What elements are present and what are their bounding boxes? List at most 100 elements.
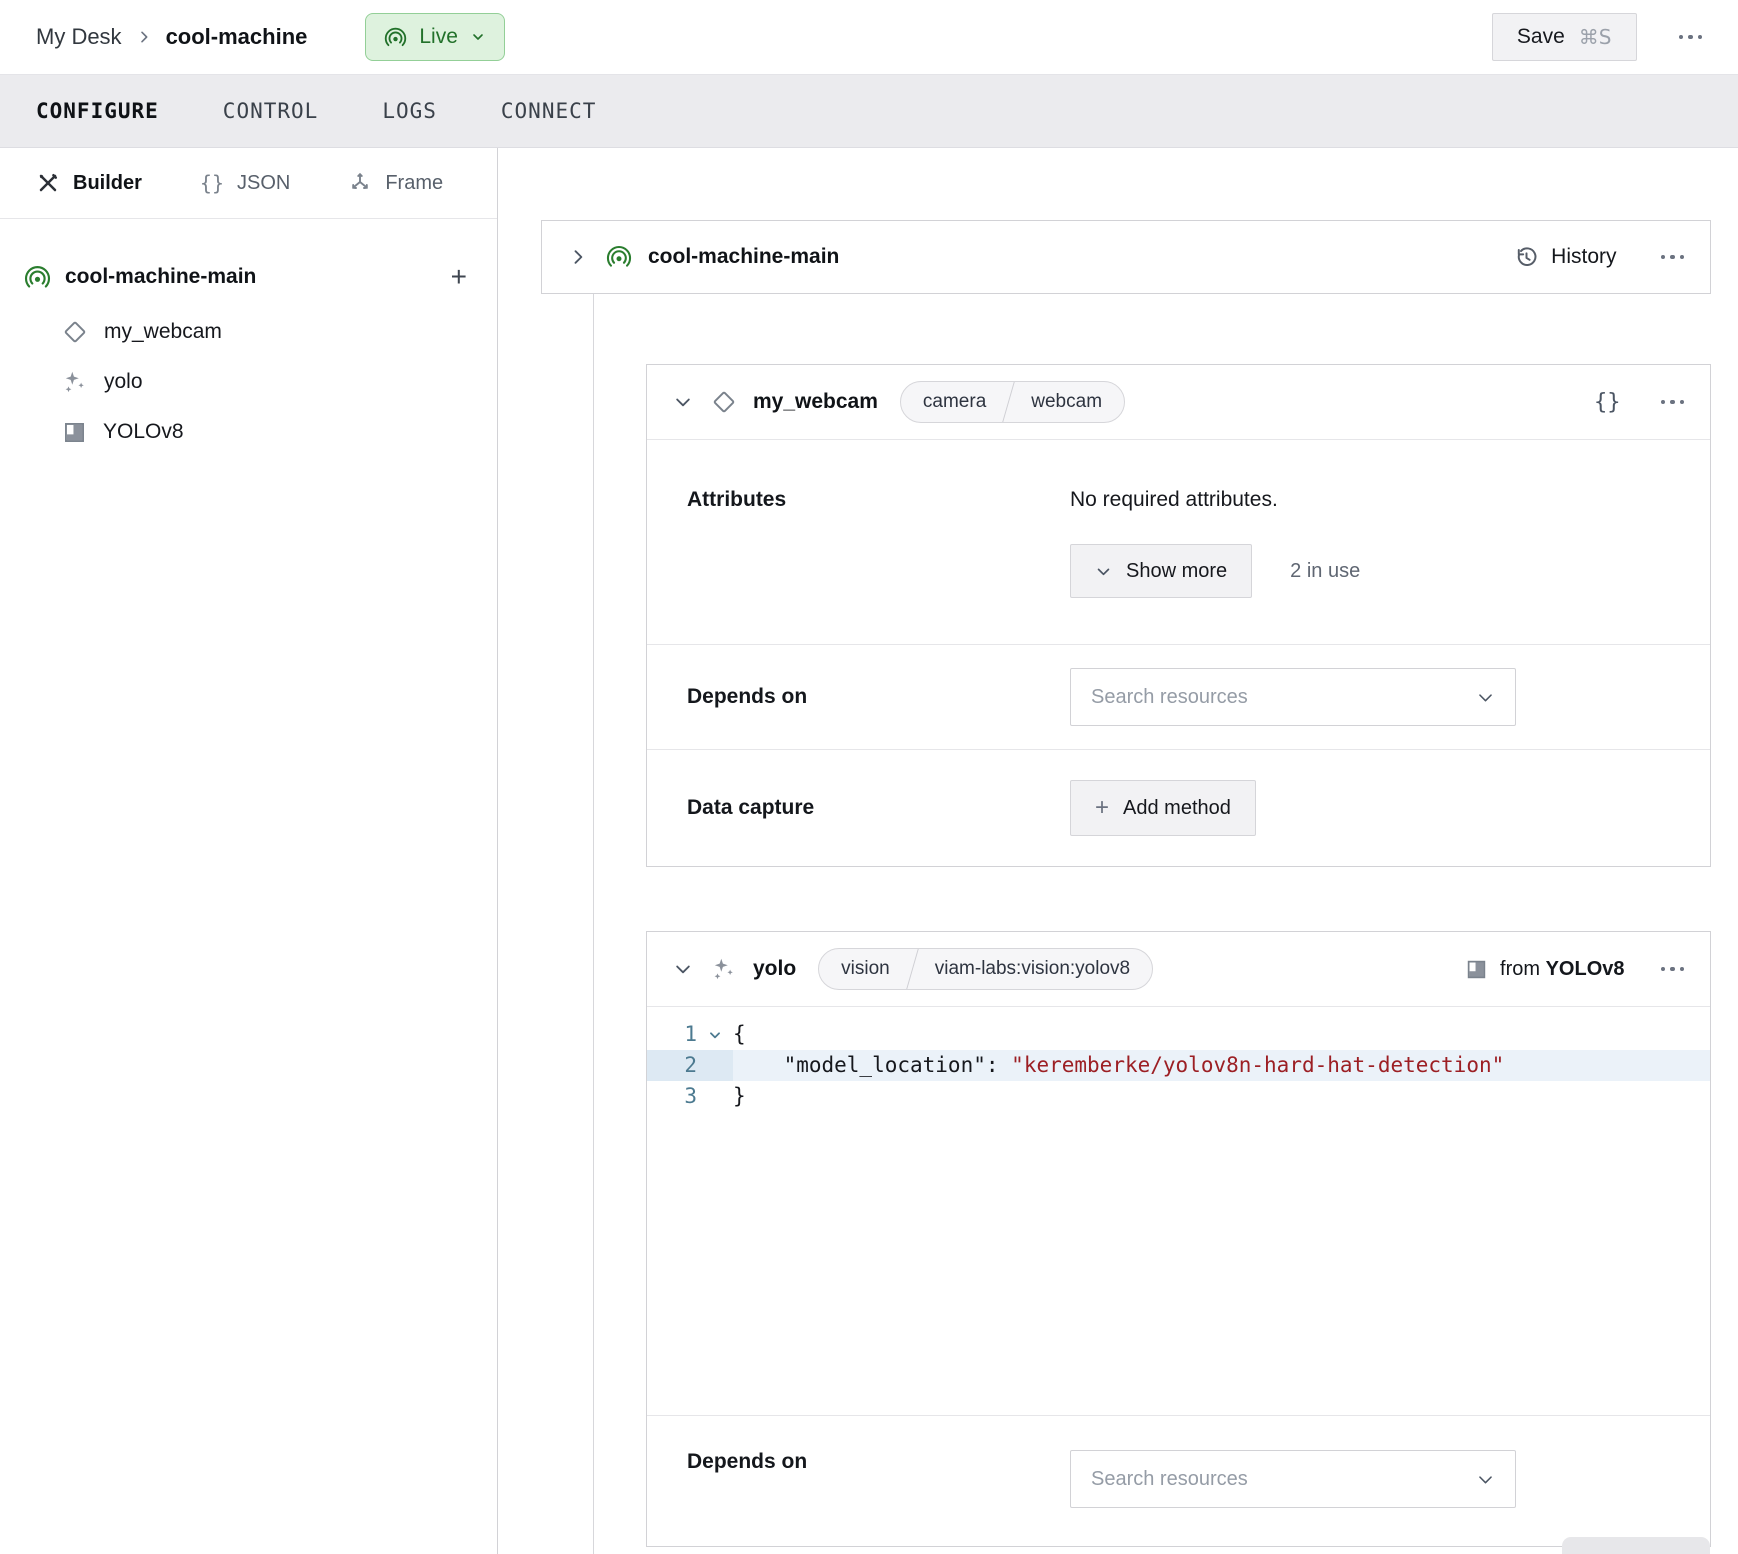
code-text: "model_location": "keremberke/yolov8n-ha… <box>733 1050 1710 1081</box>
tree-item-yolo[interactable]: yolo <box>62 357 473 407</box>
chevron-down-icon <box>1095 563 1112 580</box>
module-icon <box>62 420 87 445</box>
tools-icon <box>36 171 60 195</box>
broadcast-icon <box>384 26 407 49</box>
live-label: Live <box>419 25 458 49</box>
code-line-active: 2 "model_location": "keremberke/yolov8n-… <box>647 1050 1710 1081</box>
code-string-value: "keremberke/yolov8n-hard-hat-detection" <box>1011 1053 1504 1077</box>
code-text: } <box>733 1081 1710 1112</box>
tree-item-yolov8-module[interactable]: YOLOv8 <box>62 407 473 457</box>
my-webcam-card: my_webcam camera webcam {} Attributes <box>646 364 1711 867</box>
top-header: My Desk cool-machine Live Save ⌘S <box>0 0 1738 75</box>
from-module-name: YOLOv8 <box>1546 958 1625 980</box>
mode-builder[interactable]: Builder <box>36 171 142 195</box>
depends-on-label: Depends on <box>687 1450 1070 1508</box>
help-widget[interactable] <box>1562 1537 1710 1554</box>
save-button[interactable]: Save ⌘S <box>1492 13 1637 61</box>
diamond-icon <box>711 389 737 415</box>
part-title: cool-machine-main <box>648 245 839 269</box>
type-tag: vision <box>819 949 912 989</box>
diamond-icon <box>62 319 88 345</box>
history-icon <box>1514 245 1539 270</box>
depends-on-placeholder: Search resources <box>1091 1468 1476 1491</box>
attributes-in-use-count: 2 in use <box>1290 560 1360 583</box>
line-number: 2 <box>647 1050 697 1081</box>
add-method-label: Add method <box>1123 797 1231 820</box>
tree-root-label: cool-machine-main <box>65 265 431 289</box>
code-line: 1 { <box>647 1019 1710 1050</box>
chevron-down-icon <box>470 29 486 45</box>
tree-root-part[interactable]: cool-machine-main + <box>24 255 473 299</box>
machine-tabbar: CONFIGURE CONTROL LOGS CONNECT <box>0 75 1738 148</box>
depends-on-label: Depends on <box>687 685 1070 709</box>
attributes-label: Attributes <box>687 488 1070 598</box>
history-label: History <box>1551 245 1616 269</box>
line-number: 1 <box>647 1019 697 1050</box>
viam-configure-page: My Desk cool-machine Live Save ⌘S CONFIG… <box>0 0 1738 1554</box>
breadcrumb-parent[interactable]: My Desk <box>36 24 122 50</box>
data-capture-section: Data capture + Add method <box>647 750 1710 866</box>
service-name: yolo <box>753 957 796 981</box>
broadcast-icon <box>606 244 632 270</box>
component-type-model-tags: camera webcam <box>900 381 1125 423</box>
line-number: 3 <box>647 1081 697 1112</box>
tree-item-label: YOLOv8 <box>103 420 184 444</box>
sparkles-icon <box>62 369 88 395</box>
add-method-button[interactable]: + Add method <box>1070 780 1256 836</box>
card-more-icon[interactable] <box>1661 400 1685 405</box>
part-connector-line <box>593 292 594 1554</box>
json-toggle-icon[interactable]: {} <box>1594 390 1621 415</box>
depends-on-section: Depends on Search resources <box>647 645 1710 750</box>
mode-frame[interactable]: Frame <box>348 171 443 195</box>
mode-builder-label: Builder <box>73 172 142 195</box>
code-text: { <box>733 1019 1710 1050</box>
breadcrumb-current: cool-machine <box>166 24 308 50</box>
braces-icon: {} <box>200 171 224 195</box>
config-sidebar: Builder {} JSON Frame <box>0 148 498 1554</box>
chevron-down-icon[interactable] <box>673 959 693 979</box>
tab-configure[interactable]: CONFIGURE <box>36 99 159 123</box>
attributes-section: Attributes No required attributes. Show … <box>647 440 1710 645</box>
module-icon <box>1465 958 1488 981</box>
card-more-icon[interactable] <box>1661 967 1685 972</box>
header-more-icon[interactable] <box>1679 35 1703 40</box>
resource-tree: cool-machine-main + my_webcam <box>0 219 497 457</box>
no-required-attributes-text: No required attributes. <box>1070 488 1360 512</box>
type-tag: camera <box>901 382 1008 422</box>
live-status-dropdown[interactable]: Live <box>365 13 505 61</box>
tree-item-label: yolo <box>104 370 143 394</box>
model-tag: viam-labs:vision:yolov8 <box>913 949 1152 989</box>
yolo-card-header: yolo vision viam-labs:vision:yolov8 <box>647 932 1710 1007</box>
show-more-label: Show more <box>1126 560 1227 583</box>
chevron-down-icon <box>1476 688 1495 707</box>
part-more-icon[interactable] <box>1661 255 1685 260</box>
view-mode-switcher: Builder {} JSON Frame <box>0 148 497 219</box>
tab-control[interactable]: CONTROL <box>223 99 319 123</box>
plus-icon: + <box>1095 796 1109 820</box>
attributes-code-editor[interactable]: 1 { 2 "model_location": "keremberke/yolo… <box>647 1007 1710 1416</box>
chevron-right-icon[interactable] <box>568 247 588 267</box>
tree-item-my-webcam[interactable]: my_webcam <box>62 307 473 357</box>
add-resource-button[interactable]: + <box>445 263 473 291</box>
show-more-button[interactable]: Show more <box>1070 544 1252 598</box>
tab-logs[interactable]: LOGS <box>382 99 437 123</box>
my-webcam-card-header: my_webcam camera webcam {} <box>647 365 1710 440</box>
mode-frame-label: Frame <box>385 172 443 195</box>
service-type-model-tags: vision viam-labs:vision:yolov8 <box>818 948 1153 990</box>
mode-json[interactable]: {} JSON <box>200 171 290 195</box>
tree-item-label: my_webcam <box>104 320 222 344</box>
chevron-down-icon <box>1476 1470 1495 1489</box>
axes-icon <box>348 171 372 195</box>
part-header-card: cool-machine-main History <box>541 220 1711 294</box>
yolo-card: yolo vision viam-labs:vision:yolov8 <box>646 931 1711 1547</box>
code-line: 3 } <box>647 1081 1710 1112</box>
depends-on-select[interactable]: Search resources <box>1070 668 1516 726</box>
from-module-label: from YOLOv8 <box>1465 958 1624 981</box>
depends-on-select[interactable]: Search resources <box>1070 1450 1516 1508</box>
data-capture-label: Data capture <box>687 796 1070 820</box>
chevron-down-icon[interactable] <box>673 392 693 412</box>
mode-json-label: JSON <box>237 172 290 195</box>
tab-connect[interactable]: CONNECT <box>501 99 597 123</box>
fold-chevron-icon[interactable] <box>697 1019 733 1050</box>
history-button[interactable]: History <box>1514 245 1616 270</box>
